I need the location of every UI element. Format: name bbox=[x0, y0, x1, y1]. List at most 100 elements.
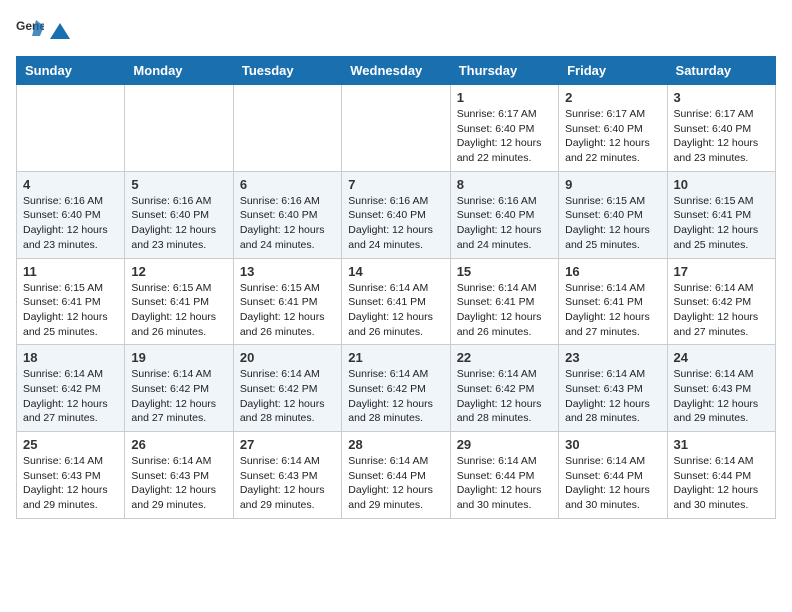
day-info: Sunrise: 6:14 AM Sunset: 6:42 PM Dayligh… bbox=[23, 367, 118, 426]
weekday-header-sunday: Sunday bbox=[17, 57, 125, 85]
calendar-cell: 17 Sunrise: 6:14 AM Sunset: 6:42 PM Dayli… bbox=[667, 258, 775, 345]
calendar-cell: 2 Sunrise: 6:17 AM Sunset: 6:40 PM Daylig… bbox=[559, 85, 667, 172]
calendar-cell: 20 Sunrise: 6:14 AM Sunset: 6:42 PM Dayli… bbox=[233, 345, 341, 432]
day-number: 19 bbox=[131, 350, 226, 365]
day-number: 23 bbox=[565, 350, 660, 365]
calendar-cell: 11 Sunrise: 6:15 AM Sunset: 6:41 PM Dayli… bbox=[17, 258, 125, 345]
day-info: Sunrise: 6:17 AM Sunset: 6:40 PM Dayligh… bbox=[674, 107, 769, 166]
day-number: 20 bbox=[240, 350, 335, 365]
day-number: 3 bbox=[674, 90, 769, 105]
calendar-cell: 9Sunrise: 6:15 AM Sunset: 6:40 PM Daylig… bbox=[559, 171, 667, 258]
calendar-table: SundayMondayTuesdayWednesdayThursdayFrid… bbox=[16, 56, 776, 519]
day-info: Sunrise: 6:16 AM Sunset: 6:40 PM Dayligh… bbox=[457, 194, 552, 253]
day-number: 24 bbox=[674, 350, 769, 365]
day-number: 26 bbox=[131, 437, 226, 452]
calendar-cell: 12 Sunrise: 6:15 AM Sunset: 6:41 PM Dayli… bbox=[125, 258, 233, 345]
calendar-cell: 10Sunrise: 6:15 AM Sunset: 6:41 PM Dayli… bbox=[667, 171, 775, 258]
calendar-cell: 29 Sunrise: 6:14 AM Sunset: 6:44 PM Dayli… bbox=[450, 432, 558, 519]
calendar-week-row: 1 Sunrise: 6:17 AM Sunset: 6:40 PM Daylig… bbox=[17, 85, 776, 172]
day-number: 4 bbox=[23, 177, 118, 192]
calendar-cell: 18 Sunrise: 6:14 AM Sunset: 6:42 PM Dayli… bbox=[17, 345, 125, 432]
calendar-cell: 15Sunrise: 6:14 AM Sunset: 6:41 PM Dayli… bbox=[450, 258, 558, 345]
day-number: 16 bbox=[565, 264, 660, 279]
calendar-week-row: 18 Sunrise: 6:14 AM Sunset: 6:42 PM Dayli… bbox=[17, 345, 776, 432]
calendar-cell: 27 Sunrise: 6:14 AM Sunset: 6:43 PM Dayli… bbox=[233, 432, 341, 519]
weekday-header-monday: Monday bbox=[125, 57, 233, 85]
day-info: Sunrise: 6:14 AM Sunset: 6:44 PM Dayligh… bbox=[457, 454, 552, 513]
day-number: 11 bbox=[23, 264, 118, 279]
day-info: Sunrise: 6:14 AM Sunset: 6:43 PM Dayligh… bbox=[240, 454, 335, 513]
calendar-week-row: 25 Sunrise: 6:14 AM Sunset: 6:43 PM Dayli… bbox=[17, 432, 776, 519]
calendar-week-row: 4 Sunrise: 6:16 AM Sunset: 6:40 PM Daylig… bbox=[17, 171, 776, 258]
day-number: 25 bbox=[23, 437, 118, 452]
day-info: Sunrise: 6:15 AM Sunset: 6:41 PM Dayligh… bbox=[23, 281, 118, 340]
day-info: Sunrise: 6:14 AM Sunset: 6:42 PM Dayligh… bbox=[348, 367, 443, 426]
day-number: 7 bbox=[348, 177, 443, 192]
calendar-cell: 19Sunrise: 6:14 AM Sunset: 6:42 PM Dayli… bbox=[125, 345, 233, 432]
calendar-header-row: SundayMondayTuesdayWednesdayThursdayFrid… bbox=[17, 57, 776, 85]
day-info: Sunrise: 6:14 AM Sunset: 6:42 PM Dayligh… bbox=[457, 367, 552, 426]
day-number: 22 bbox=[457, 350, 552, 365]
day-info: Sunrise: 6:14 AM Sunset: 6:43 PM Dayligh… bbox=[23, 454, 118, 513]
day-info: Sunrise: 6:17 AM Sunset: 6:40 PM Dayligh… bbox=[565, 107, 660, 166]
day-info: Sunrise: 6:14 AM Sunset: 6:43 PM Dayligh… bbox=[565, 367, 660, 426]
calendar-cell: 26Sunrise: 6:14 AM Sunset: 6:43 PM Dayli… bbox=[125, 432, 233, 519]
calendar-cell bbox=[17, 85, 125, 172]
day-info: Sunrise: 6:16 AM Sunset: 6:40 PM Dayligh… bbox=[23, 194, 118, 253]
day-number: 8 bbox=[457, 177, 552, 192]
day-number: 15 bbox=[457, 264, 552, 279]
day-number: 28 bbox=[348, 437, 443, 452]
day-info: Sunrise: 6:17 AM Sunset: 6:40 PM Dayligh… bbox=[457, 107, 552, 166]
day-info: Sunrise: 6:15 AM Sunset: 6:41 PM Dayligh… bbox=[240, 281, 335, 340]
day-info: Sunrise: 6:14 AM Sunset: 6:44 PM Dayligh… bbox=[348, 454, 443, 513]
calendar-cell: 13Sunrise: 6:15 AM Sunset: 6:41 PM Dayli… bbox=[233, 258, 341, 345]
day-number: 5 bbox=[131, 177, 226, 192]
day-number: 2 bbox=[565, 90, 660, 105]
calendar-cell bbox=[125, 85, 233, 172]
day-number: 12 bbox=[131, 264, 226, 279]
logo: General bbox=[16, 16, 72, 44]
weekday-header-thursday: Thursday bbox=[450, 57, 558, 85]
day-number: 27 bbox=[240, 437, 335, 452]
calendar-cell: 5Sunrise: 6:16 AM Sunset: 6:40 PM Daylig… bbox=[125, 171, 233, 258]
day-number: 29 bbox=[457, 437, 552, 452]
day-number: 17 bbox=[674, 264, 769, 279]
calendar-cell: 4 Sunrise: 6:16 AM Sunset: 6:40 PM Daylig… bbox=[17, 171, 125, 258]
day-info: Sunrise: 6:14 AM Sunset: 6:42 PM Dayligh… bbox=[240, 367, 335, 426]
weekday-header-saturday: Saturday bbox=[667, 57, 775, 85]
calendar-cell: 25 Sunrise: 6:14 AM Sunset: 6:43 PM Dayli… bbox=[17, 432, 125, 519]
calendar-cell: 14Sunrise: 6:14 AM Sunset: 6:41 PM Dayli… bbox=[342, 258, 450, 345]
logo-icon: General bbox=[16, 16, 44, 44]
day-info: Sunrise: 6:16 AM Sunset: 6:40 PM Dayligh… bbox=[240, 194, 335, 253]
calendar-cell: 23 Sunrise: 6:14 AM Sunset: 6:43 PM Dayli… bbox=[559, 345, 667, 432]
calendar-cell bbox=[342, 85, 450, 172]
calendar-week-row: 11 Sunrise: 6:15 AM Sunset: 6:41 PM Dayli… bbox=[17, 258, 776, 345]
calendar-cell: 28 Sunrise: 6:14 AM Sunset: 6:44 PM Dayli… bbox=[342, 432, 450, 519]
calendar-cell: 6 Sunrise: 6:16 AM Sunset: 6:40 PM Daylig… bbox=[233, 171, 341, 258]
calendar-cell: 1 Sunrise: 6:17 AM Sunset: 6:40 PM Daylig… bbox=[450, 85, 558, 172]
weekday-header-wednesday: Wednesday bbox=[342, 57, 450, 85]
logo-triangle-icon bbox=[49, 21, 71, 43]
day-info: Sunrise: 6:16 AM Sunset: 6:40 PM Dayligh… bbox=[348, 194, 443, 253]
weekday-header-friday: Friday bbox=[559, 57, 667, 85]
day-info: Sunrise: 6:14 AM Sunset: 6:44 PM Dayligh… bbox=[565, 454, 660, 513]
calendar-cell: 8 Sunrise: 6:16 AM Sunset: 6:40 PM Daylig… bbox=[450, 171, 558, 258]
day-info: Sunrise: 6:14 AM Sunset: 6:44 PM Dayligh… bbox=[674, 454, 769, 513]
day-number: 21 bbox=[348, 350, 443, 365]
day-info: Sunrise: 6:15 AM Sunset: 6:41 PM Dayligh… bbox=[674, 194, 769, 253]
day-info: Sunrise: 6:15 AM Sunset: 6:41 PM Dayligh… bbox=[131, 281, 226, 340]
page-header: General bbox=[16, 16, 776, 44]
day-number: 31 bbox=[674, 437, 769, 452]
day-number: 18 bbox=[23, 350, 118, 365]
day-number: 14 bbox=[348, 264, 443, 279]
day-number: 1 bbox=[457, 90, 552, 105]
day-info: Sunrise: 6:14 AM Sunset: 6:42 PM Dayligh… bbox=[674, 281, 769, 340]
day-info: Sunrise: 6:14 AM Sunset: 6:41 PM Dayligh… bbox=[565, 281, 660, 340]
day-number: 6 bbox=[240, 177, 335, 192]
weekday-header-tuesday: Tuesday bbox=[233, 57, 341, 85]
calendar-cell: 21 Sunrise: 6:14 AM Sunset: 6:42 PM Dayli… bbox=[342, 345, 450, 432]
day-number: 9 bbox=[565, 177, 660, 192]
calendar-cell: 3 Sunrise: 6:17 AM Sunset: 6:40 PM Daylig… bbox=[667, 85, 775, 172]
day-number: 30 bbox=[565, 437, 660, 452]
calendar-cell: 22 Sunrise: 6:14 AM Sunset: 6:42 PM Dayli… bbox=[450, 345, 558, 432]
